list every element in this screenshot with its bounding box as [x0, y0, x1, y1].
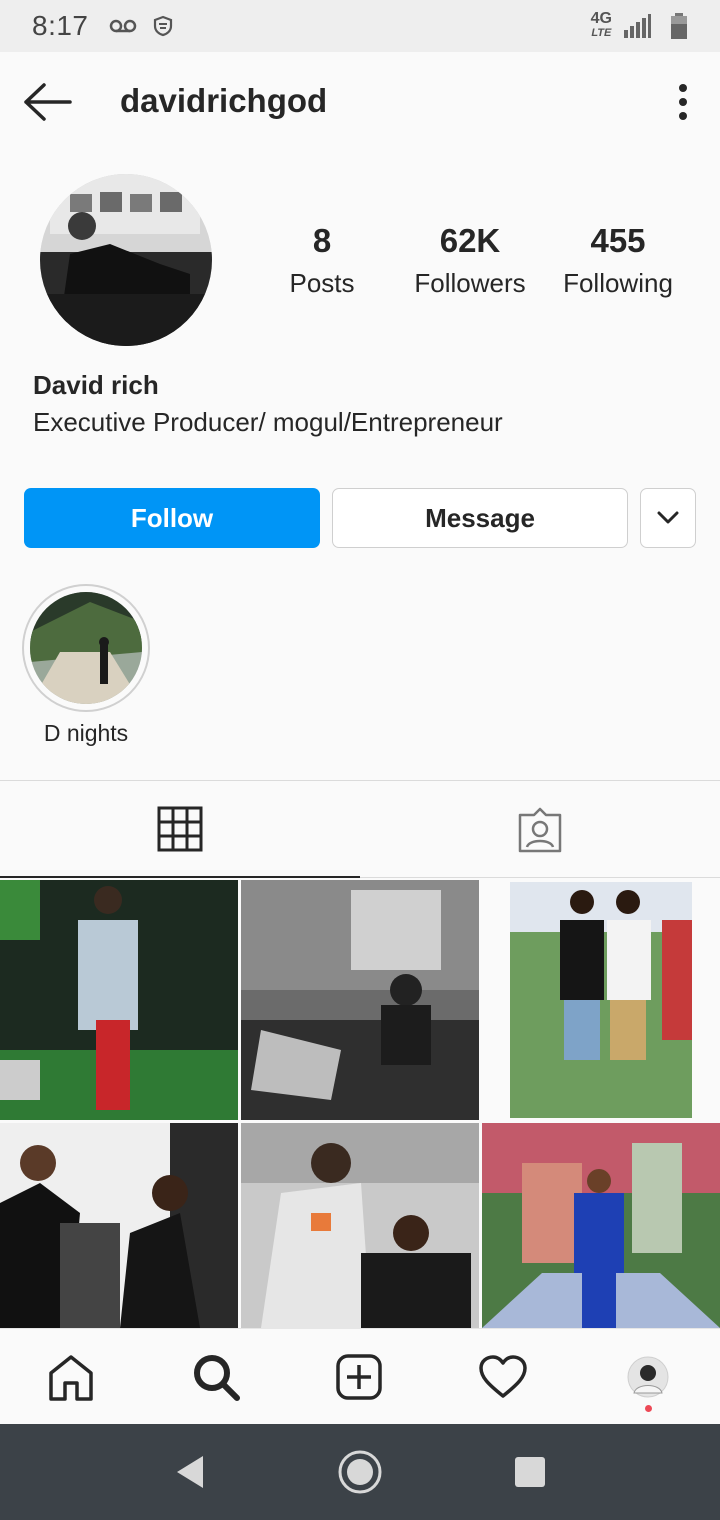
nav-activity[interactable]	[475, 1349, 531, 1405]
highlight-cover	[30, 592, 142, 704]
divider	[0, 780, 720, 781]
grid-icon	[157, 806, 203, 852]
status-bar: 8:17 4G LTE	[0, 0, 720, 52]
message-button[interactable]: Message	[332, 488, 628, 548]
followers-count: 62K	[439, 222, 501, 259]
home-icon	[49, 1355, 93, 1401]
vpn-shield-icon	[153, 15, 172, 37]
profile-photo	[40, 174, 212, 346]
tab-posts-grid[interactable]	[0, 782, 360, 878]
following-count: 455	[590, 222, 646, 259]
back-triangle-icon	[177, 1456, 203, 1488]
voicemail-icon	[109, 19, 136, 33]
heart-icon	[479, 1355, 527, 1398]
nav-home[interactable]	[43, 1349, 99, 1405]
highlight-photo	[30, 592, 142, 704]
profile-avatar-icon	[627, 1356, 669, 1398]
add-post-icon	[336, 1354, 382, 1400]
follow-button[interactable]: Follow	[24, 488, 320, 548]
nav-profile[interactable]	[620, 1349, 676, 1405]
status-left-icons	[109, 15, 173, 37]
post-thumbnail[interactable]	[482, 1123, 720, 1328]
more-options-button[interactable]	[666, 80, 700, 124]
followers-label: Followers	[414, 268, 526, 298]
story-highlight[interactable]	[22, 584, 150, 712]
post-thumbnail[interactable]	[241, 1123, 479, 1328]
full-name: David rich	[33, 370, 159, 400]
post-thumbnail[interactable]	[482, 880, 720, 1120]
back-arrow-icon	[24, 83, 72, 121]
profile-header: davidrichgod	[0, 52, 720, 152]
post-thumbnail[interactable]	[241, 880, 479, 1120]
posts-count: 8	[312, 222, 332, 259]
profile-avatar[interactable]	[40, 174, 212, 346]
more-vertical-icon	[679, 84, 687, 120]
post-thumbnail[interactable]	[0, 1123, 238, 1328]
suggested-accounts-button[interactable]	[640, 488, 696, 548]
posts-label: Posts	[289, 268, 355, 298]
posts-grid	[0, 880, 720, 1328]
recents-square-icon	[515, 1457, 545, 1487]
following-label: Following	[563, 268, 673, 298]
system-navigation-bar	[0, 1424, 720, 1520]
highlight-label: D nights	[43, 720, 129, 746]
bottom-navigation	[0, 1328, 720, 1424]
home-circle-icon	[338, 1450, 382, 1494]
system-back-button[interactable]	[166, 1448, 214, 1496]
back-button[interactable]	[22, 82, 74, 122]
tagged-icon	[518, 807, 562, 852]
nav-new-post[interactable]	[331, 1349, 387, 1405]
nav-search[interactable]	[188, 1349, 244, 1405]
status-right: 4G LTE	[590, 10, 688, 40]
post-thumbnail[interactable]	[0, 880, 238, 1120]
stat-followers[interactable]: 62K Followers	[400, 222, 540, 299]
system-recents-button[interactable]	[506, 1448, 554, 1496]
stat-following[interactable]: 455 Following	[552, 222, 684, 299]
page-title: davidrichgod	[120, 82, 328, 119]
system-home-button[interactable]	[336, 1448, 384, 1496]
signal-icon	[624, 14, 651, 38]
bio: Executive Producer/ mogul/Entrepreneur	[33, 407, 503, 437]
status-time: 8:17	[32, 10, 89, 41]
network-type: 4G LTE	[590, 10, 612, 40]
battery-icon	[671, 13, 687, 39]
notification-dot	[645, 1405, 652, 1412]
chevron-down-icon	[657, 511, 679, 524]
search-icon	[194, 1355, 240, 1401]
tab-tagged[interactable]	[360, 782, 720, 878]
stat-posts[interactable]: 8 Posts	[272, 222, 372, 299]
profile-stats: 8 Posts 62K Followers 455 Following	[270, 222, 700, 312]
